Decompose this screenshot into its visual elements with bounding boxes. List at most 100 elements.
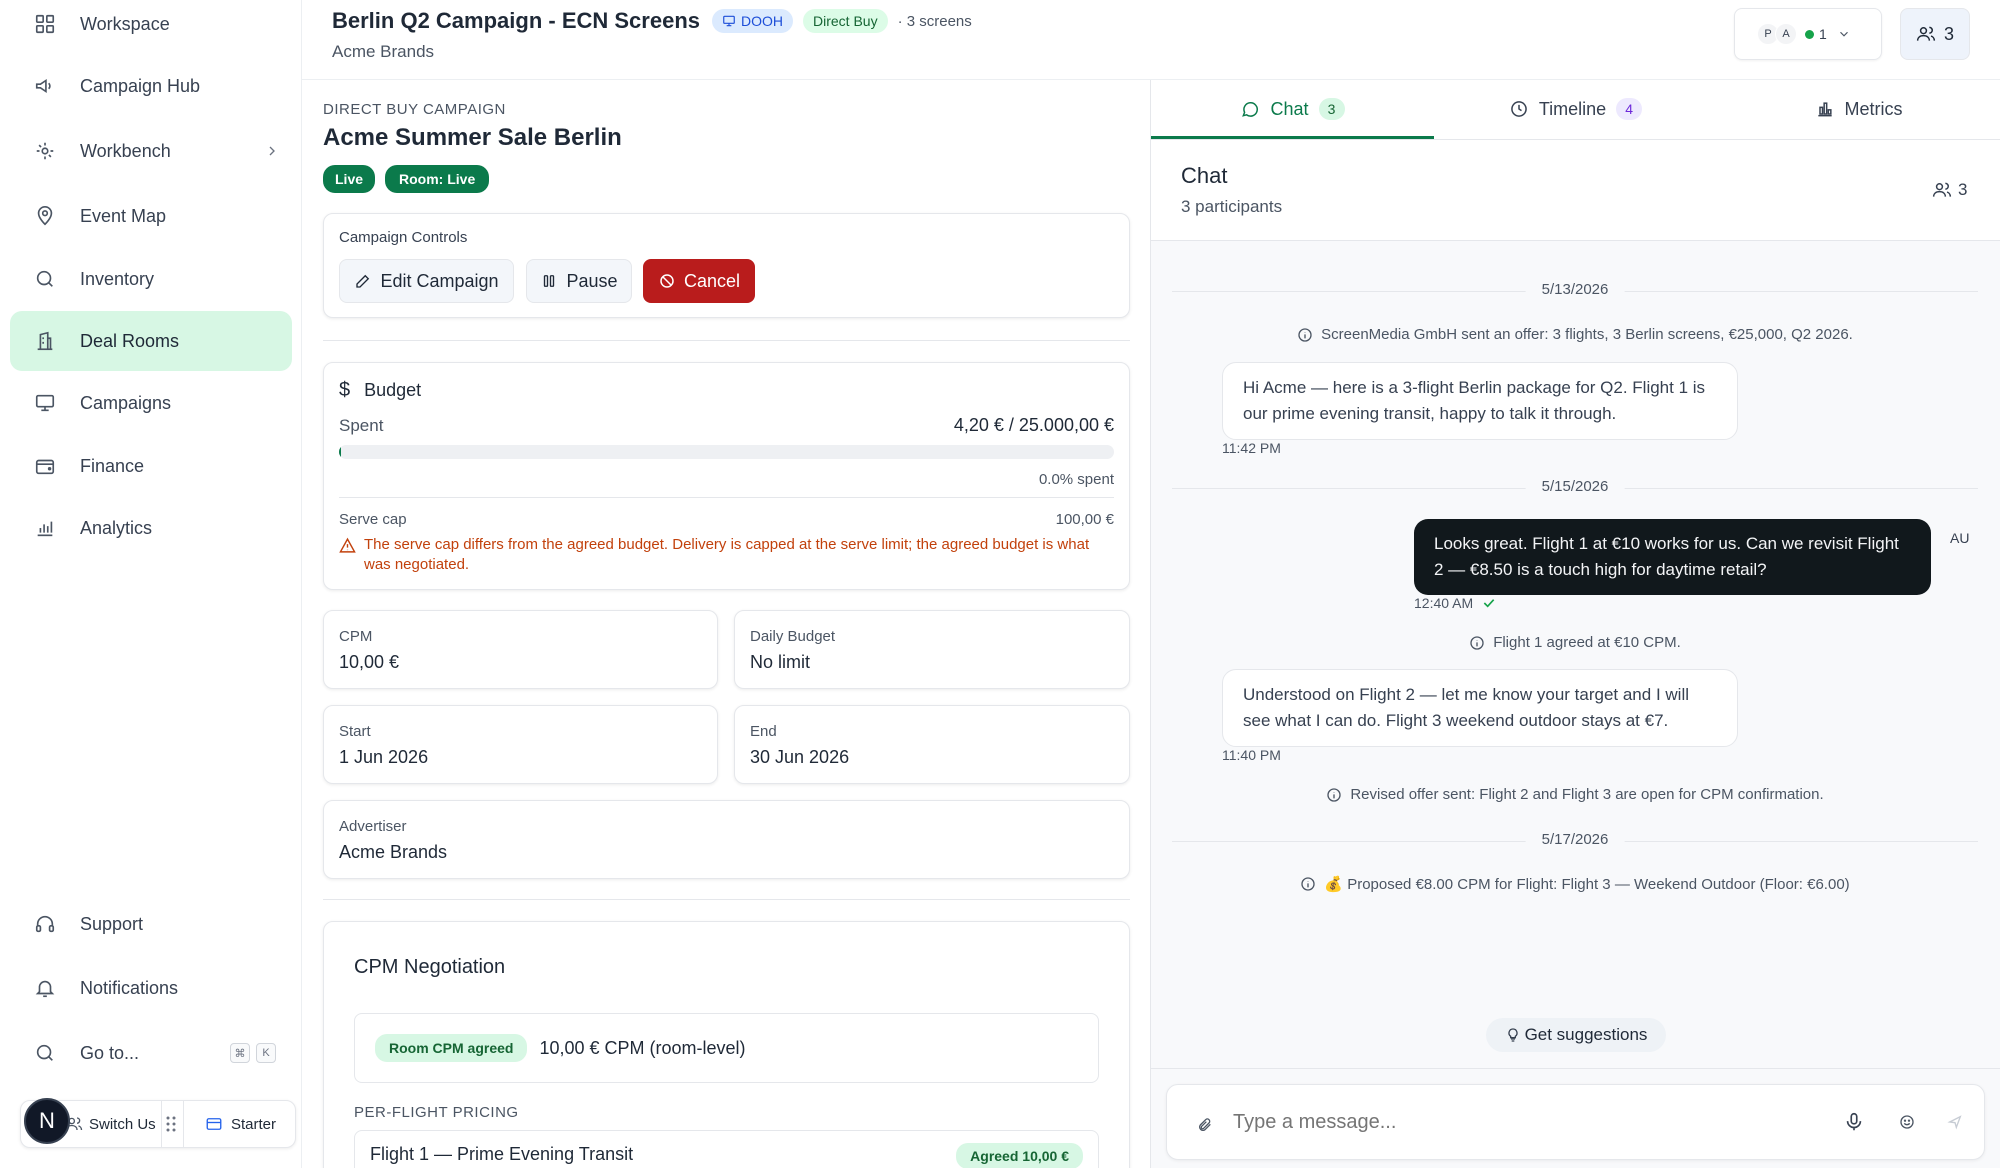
sidebar-item-campaigns[interactable]: Campaigns <box>10 373 292 433</box>
sidebar-item-support[interactable]: Support <box>10 894 292 954</box>
daily-budget-label: Daily Budget <box>750 628 836 645</box>
tab-label: Chat <box>1270 98 1309 119</box>
tab-label: Metrics <box>1844 98 1903 119</box>
info-icon <box>1301 877 1316 891</box>
per-flight-label: PER-FLIGHT PRICING <box>354 1104 519 1121</box>
tab-timeline[interactable]: Timeline 4 <box>1434 80 1717 138</box>
presence-dropdown[interactable]: P A 1 <box>1734 8 1882 60</box>
divider <box>323 340 1130 341</box>
advertiser-value: Acme Brands <box>339 842 448 862</box>
dollar-icon: $ <box>339 379 351 401</box>
participants-button[interactable]: 3 <box>1900 8 1970 60</box>
system-message-text: Flight 1 agreed at €10 CPM. <box>1493 634 1681 651</box>
budget-card: $ Budget Spent 4,20 € / 25.000,00 € 0.0%… <box>323 362 1130 590</box>
message-time: 12:40 AM <box>1414 595 1474 611</box>
sidebar-item-inventory[interactable]: Inventory <box>10 249 292 309</box>
participants-count: 3 <box>1958 180 1968 199</box>
drag-handle-icon[interactable] <box>165 1115 177 1133</box>
switch-user-button[interactable]: Switch Us <box>65 1101 156 1147</box>
sidebar-item-deal-rooms[interactable]: Deal Rooms <box>10 311 292 371</box>
badge-direct-buy: Direct Buy <box>803 9 888 33</box>
flight-name: Flight 1 — Prime Evening Transit <box>370 1144 634 1164</box>
kbd-cmd: ⌘ <box>230 1043 250 1063</box>
sidebar-item-campaign-hub[interactable]: Campaign Hub <box>10 56 292 116</box>
chat-message-incoming[interactable]: Understood on Flight 2 — let me know you… <box>1222 669 1738 747</box>
shortcut-keys: ⌘ K <box>224 1043 276 1063</box>
wallet-icon <box>35 459 55 475</box>
page-title: Berlin Q2 Campaign - ECN Screens <box>332 8 700 33</box>
credit-card-icon <box>206 1118 222 1130</box>
paperclip-icon[interactable] <box>1197 1117 1213 1133</box>
serve-cap-value: 100,00 € <box>1055 511 1114 528</box>
campaign-controls-card: Campaign Controls Edit Campaign Pause Ca… <box>323 213 1130 318</box>
sidebar-item-label: Deal Rooms <box>80 330 180 351</box>
budget-header: $ Budget <box>339 379 421 402</box>
clock-icon <box>1510 101 1527 117</box>
daily-budget-value: No limit <box>750 652 811 672</box>
tab-chat[interactable]: Chat 3 <box>1151 80 1434 138</box>
get-suggestions-button[interactable]: Get suggestions <box>1486 1018 1666 1052</box>
cpm-value: 10,00 € <box>339 652 400 672</box>
tab-metrics[interactable]: Metrics <box>1717 80 2000 138</box>
message-text: Hi Acme — here is a 3-flight Berlin pack… <box>1243 378 1706 423</box>
cancel-button[interactable]: Cancel <box>643 259 755 303</box>
presence-avatar: A <box>1775 23 1797 45</box>
sidebar-item-workbench[interactable]: Workbench <box>10 121 292 181</box>
status-badge: Live <box>323 165 376 193</box>
search-icon <box>36 270 53 287</box>
room-cpm-row: Room CPM agreed 10,00 € CPM (room-level) <box>354 1013 1099 1083</box>
message-composer <box>1166 1084 1985 1160</box>
chat-message-outgoing[interactable]: Looks great. Flight 1 at €10 works for u… <box>1414 519 1931 595</box>
edit-campaign-button[interactable]: Edit Campaign <box>339 259 514 303</box>
system-message: 💰 Proposed €8.00 CPM for Flight: Flight … <box>1150 875 2000 893</box>
info-icon <box>1470 635 1484 650</box>
sidebar-item-finance[interactable]: Finance <box>10 436 292 496</box>
send-icon[interactable] <box>1947 1114 1963 1130</box>
microphone-icon[interactable] <box>1843 1110 1865 1134</box>
sidebar-item-event-map[interactable]: Event Map <box>10 186 292 246</box>
badge-dooh: DOOH <box>712 9 793 33</box>
pause-icon <box>544 275 555 287</box>
sidebar-item-label: Analytics <box>80 517 153 538</box>
date-label: 5/15/2026 <box>1525 478 1625 495</box>
button-label: Pause <box>566 270 618 291</box>
pause-button[interactable]: Pause <box>526 259 632 303</box>
avatar[interactable]: N <box>24 1098 70 1144</box>
badge-label: DOOH <box>741 13 783 29</box>
monitor-icon <box>723 15 735 27</box>
users-icon <box>1932 182 1952 197</box>
sidebar-item-label: Workbench <box>80 140 171 161</box>
button-label: Edit Campaign <box>380 270 499 291</box>
message-time: 11:40 PM <box>1222 747 1281 763</box>
message-input[interactable] <box>1233 1103 1793 1141</box>
screen-count: · 3 screens <box>897 12 972 30</box>
message-text: Looks great. Flight 1 at €10 works for u… <box>1434 534 1899 579</box>
sidebar-item-goto[interactable]: Go to... ⌘ K <box>10 1023 292 1083</box>
tab-count: 3 <box>1318 98 1345 120</box>
flight-row[interactable]: Flight 1 — Prime Evening Transit Agreed … <box>354 1130 1099 1168</box>
button-label: Cancel <box>683 270 741 291</box>
system-message-text: 💰 Proposed €8.00 CPM for Flight: Flight … <box>1324 876 1850 893</box>
budget-title: Budget <box>364 380 422 400</box>
sidebar-item-notifications[interactable]: Notifications <box>10 958 292 1018</box>
date-separator: 5/13/2026 <box>1172 281 1978 298</box>
chat-participants-button[interactable]: 3 <box>1932 180 1967 200</box>
ban-icon <box>660 274 674 288</box>
sidebar-item-analytics[interactable]: Analytics <box>10 498 292 558</box>
sidebar-item-label: Support <box>80 913 144 934</box>
lightbulb-icon <box>1507 1028 1518 1042</box>
spent-value: 4,20 € / 25.000,00 € <box>953 415 1114 435</box>
message-time-row: 12:40 AM <box>1414 595 1497 611</box>
emoji-icon[interactable] <box>1899 1114 1915 1130</box>
system-message: ScreenMedia GmbH sent an offer: 3 flight… <box>1150 326 2000 343</box>
divider <box>323 899 1130 900</box>
cpm-card: CPM 10,00 € <box>323 610 718 689</box>
chat-message-incoming[interactable]: Hi Acme — here is a 3-flight Berlin pack… <box>1222 362 1738 440</box>
page-subtitle: Acme Brands <box>332 42 435 61</box>
message-time: 11:42 PM <box>1222 440 1281 456</box>
room-status-badge: Room: Live <box>385 165 490 193</box>
divider <box>339 497 1114 498</box>
system-message: Revised offer sent: Flight 2 and Flight … <box>1150 786 2000 803</box>
sidebar-item-workspace[interactable]: Workspace <box>10 0 292 54</box>
plan-button[interactable]: Starter <box>205 1101 276 1147</box>
